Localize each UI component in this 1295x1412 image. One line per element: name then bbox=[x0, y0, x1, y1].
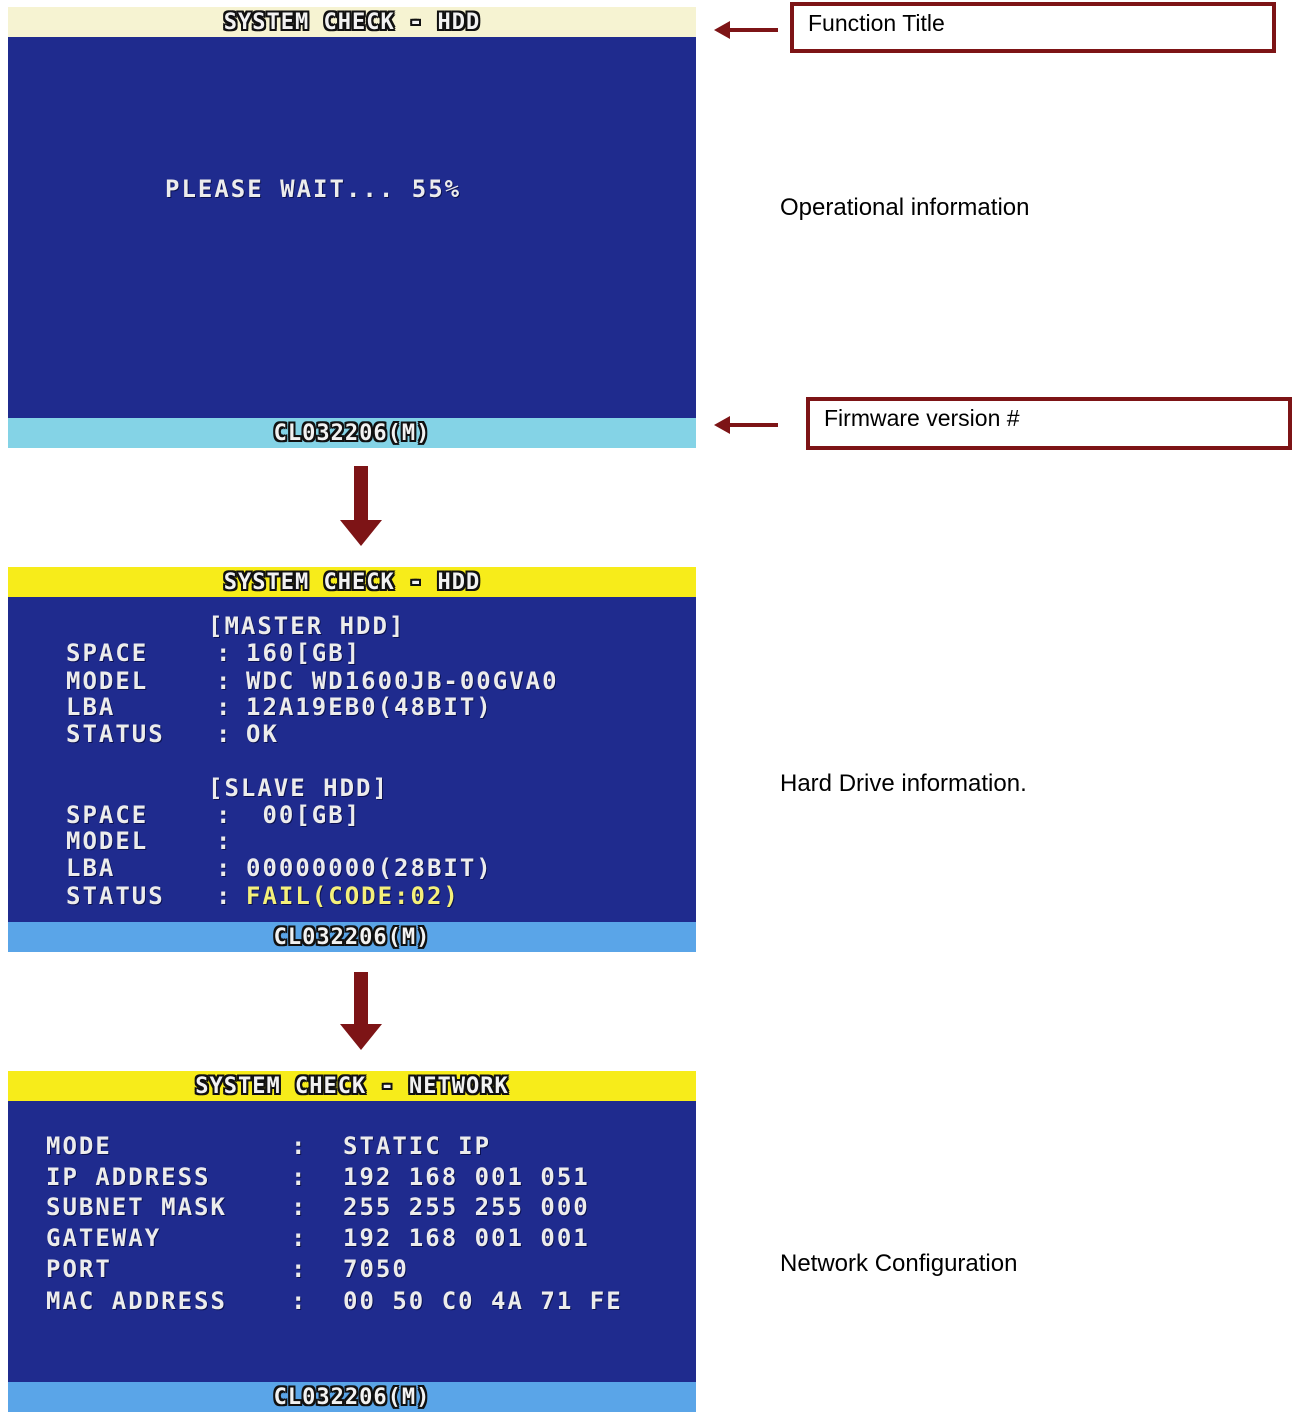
arrow-left-icon bbox=[714, 21, 778, 39]
colon: : bbox=[216, 854, 233, 882]
colon: : bbox=[216, 801, 233, 829]
slave-lba-value: 00000000(28BIT) bbox=[246, 854, 493, 882]
firmware-version: CL032206(M) bbox=[273, 1384, 431, 1410]
colon: : bbox=[216, 882, 233, 910]
colon: : bbox=[216, 720, 233, 748]
arrow-down-icon bbox=[340, 972, 382, 1050]
master-status-label: STATUS bbox=[66, 720, 165, 748]
function-title: SYSTEM CHECK - HDD bbox=[223, 569, 481, 595]
master-model-label: MODEL bbox=[66, 667, 149, 695]
master-lba-label: LBA bbox=[66, 693, 116, 721]
slave-status-value: FAIL(CODE:02) bbox=[246, 882, 460, 910]
slave-space-label: SPACE bbox=[66, 801, 149, 829]
ip-address-value: 192 168 001 051 bbox=[343, 1163, 590, 1191]
master-status-value: OK bbox=[246, 720, 279, 748]
firmware-version-callout-label: Firmware version # bbox=[824, 405, 1020, 431]
progress-message: PLEASE WAIT... 55% bbox=[165, 175, 462, 203]
master-space-value: 160[GB] bbox=[246, 639, 362, 667]
master-hdd-header: [MASTER HDD] bbox=[208, 612, 406, 640]
firmware-version-callout: Firmware version # bbox=[806, 397, 1292, 450]
firmware-version: CL032206(M) bbox=[273, 420, 431, 446]
port-value: 7050 bbox=[343, 1255, 409, 1283]
function-title: SYSTEM CHECK - HDD bbox=[223, 9, 481, 35]
ip-address-label: IP ADDRESS bbox=[46, 1163, 211, 1191]
hdd-info-screen: SYSTEM CHECK - HDD [MASTER HDD] SPACE : … bbox=[8, 567, 696, 952]
mac-address-label: MAC ADDRESS bbox=[46, 1287, 227, 1315]
subnet-mask-value: 255 255 255 000 bbox=[343, 1193, 590, 1221]
colon: : bbox=[291, 1163, 308, 1191]
function-title: SYSTEM CHECK - NETWORK bbox=[195, 1073, 509, 1099]
slave-space-value: 00[GB] bbox=[246, 801, 362, 829]
firmware-bar: CL032206(M) bbox=[8, 922, 696, 952]
colon: : bbox=[291, 1287, 308, 1315]
slave-model-label: MODEL bbox=[66, 827, 149, 855]
slave-lba-label: LBA bbox=[66, 854, 116, 882]
firmware-bar: CL032206(M) bbox=[8, 1382, 696, 1412]
hdd-check-progress-screen: SYSTEM CHECK - HDD PLEASE WAIT... 55% CL… bbox=[8, 7, 696, 448]
colon: : bbox=[291, 1132, 308, 1160]
gateway-label: GATEWAY bbox=[46, 1224, 162, 1252]
operational-info-note: Operational information bbox=[780, 194, 1030, 221]
network-mode-value: STATIC IP bbox=[343, 1132, 492, 1160]
hard-drive-info-note: Hard Drive information. bbox=[780, 770, 1027, 797]
colon: : bbox=[216, 667, 233, 695]
network-mode-label: MODE bbox=[46, 1132, 112, 1160]
colon: : bbox=[216, 693, 233, 721]
network-config-note: Network Configuration bbox=[780, 1250, 1018, 1277]
mac-address-value: 00 50 C0 4A 71 FE bbox=[343, 1287, 623, 1315]
function-title-callout: Function Title bbox=[790, 2, 1276, 53]
colon: : bbox=[216, 827, 233, 855]
firmware-version: CL032206(M) bbox=[273, 924, 431, 950]
colon: : bbox=[291, 1224, 308, 1252]
function-title-callout-label: Function Title bbox=[808, 10, 945, 36]
colon: : bbox=[216, 639, 233, 667]
function-title-bar: SYSTEM CHECK - NETWORK bbox=[8, 1071, 696, 1101]
slave-status-label: STATUS bbox=[66, 882, 165, 910]
function-title-bar: SYSTEM CHECK - HDD bbox=[8, 567, 696, 597]
port-label: PORT bbox=[46, 1255, 112, 1283]
master-space-label: SPACE bbox=[66, 639, 149, 667]
subnet-mask-label: SUBNET MASK bbox=[46, 1193, 227, 1221]
arrow-down-icon bbox=[340, 466, 382, 546]
colon: : bbox=[291, 1255, 308, 1283]
master-model-value: WDC WD1600JB-00GVA0 bbox=[246, 667, 559, 695]
arrow-left-icon bbox=[714, 416, 778, 434]
network-info-screen: SYSTEM CHECK - NETWORK MODE : STATIC IP … bbox=[8, 1071, 696, 1412]
master-lba-value: 12A19EB0(48BIT) bbox=[246, 693, 493, 721]
function-title-bar: SYSTEM CHECK - HDD bbox=[8, 7, 696, 37]
gateway-value: 192 168 001 001 bbox=[343, 1224, 590, 1252]
colon: : bbox=[291, 1193, 308, 1221]
firmware-bar: CL032206(M) bbox=[8, 418, 696, 448]
slave-hdd-header: [SLAVE HDD] bbox=[208, 774, 389, 802]
